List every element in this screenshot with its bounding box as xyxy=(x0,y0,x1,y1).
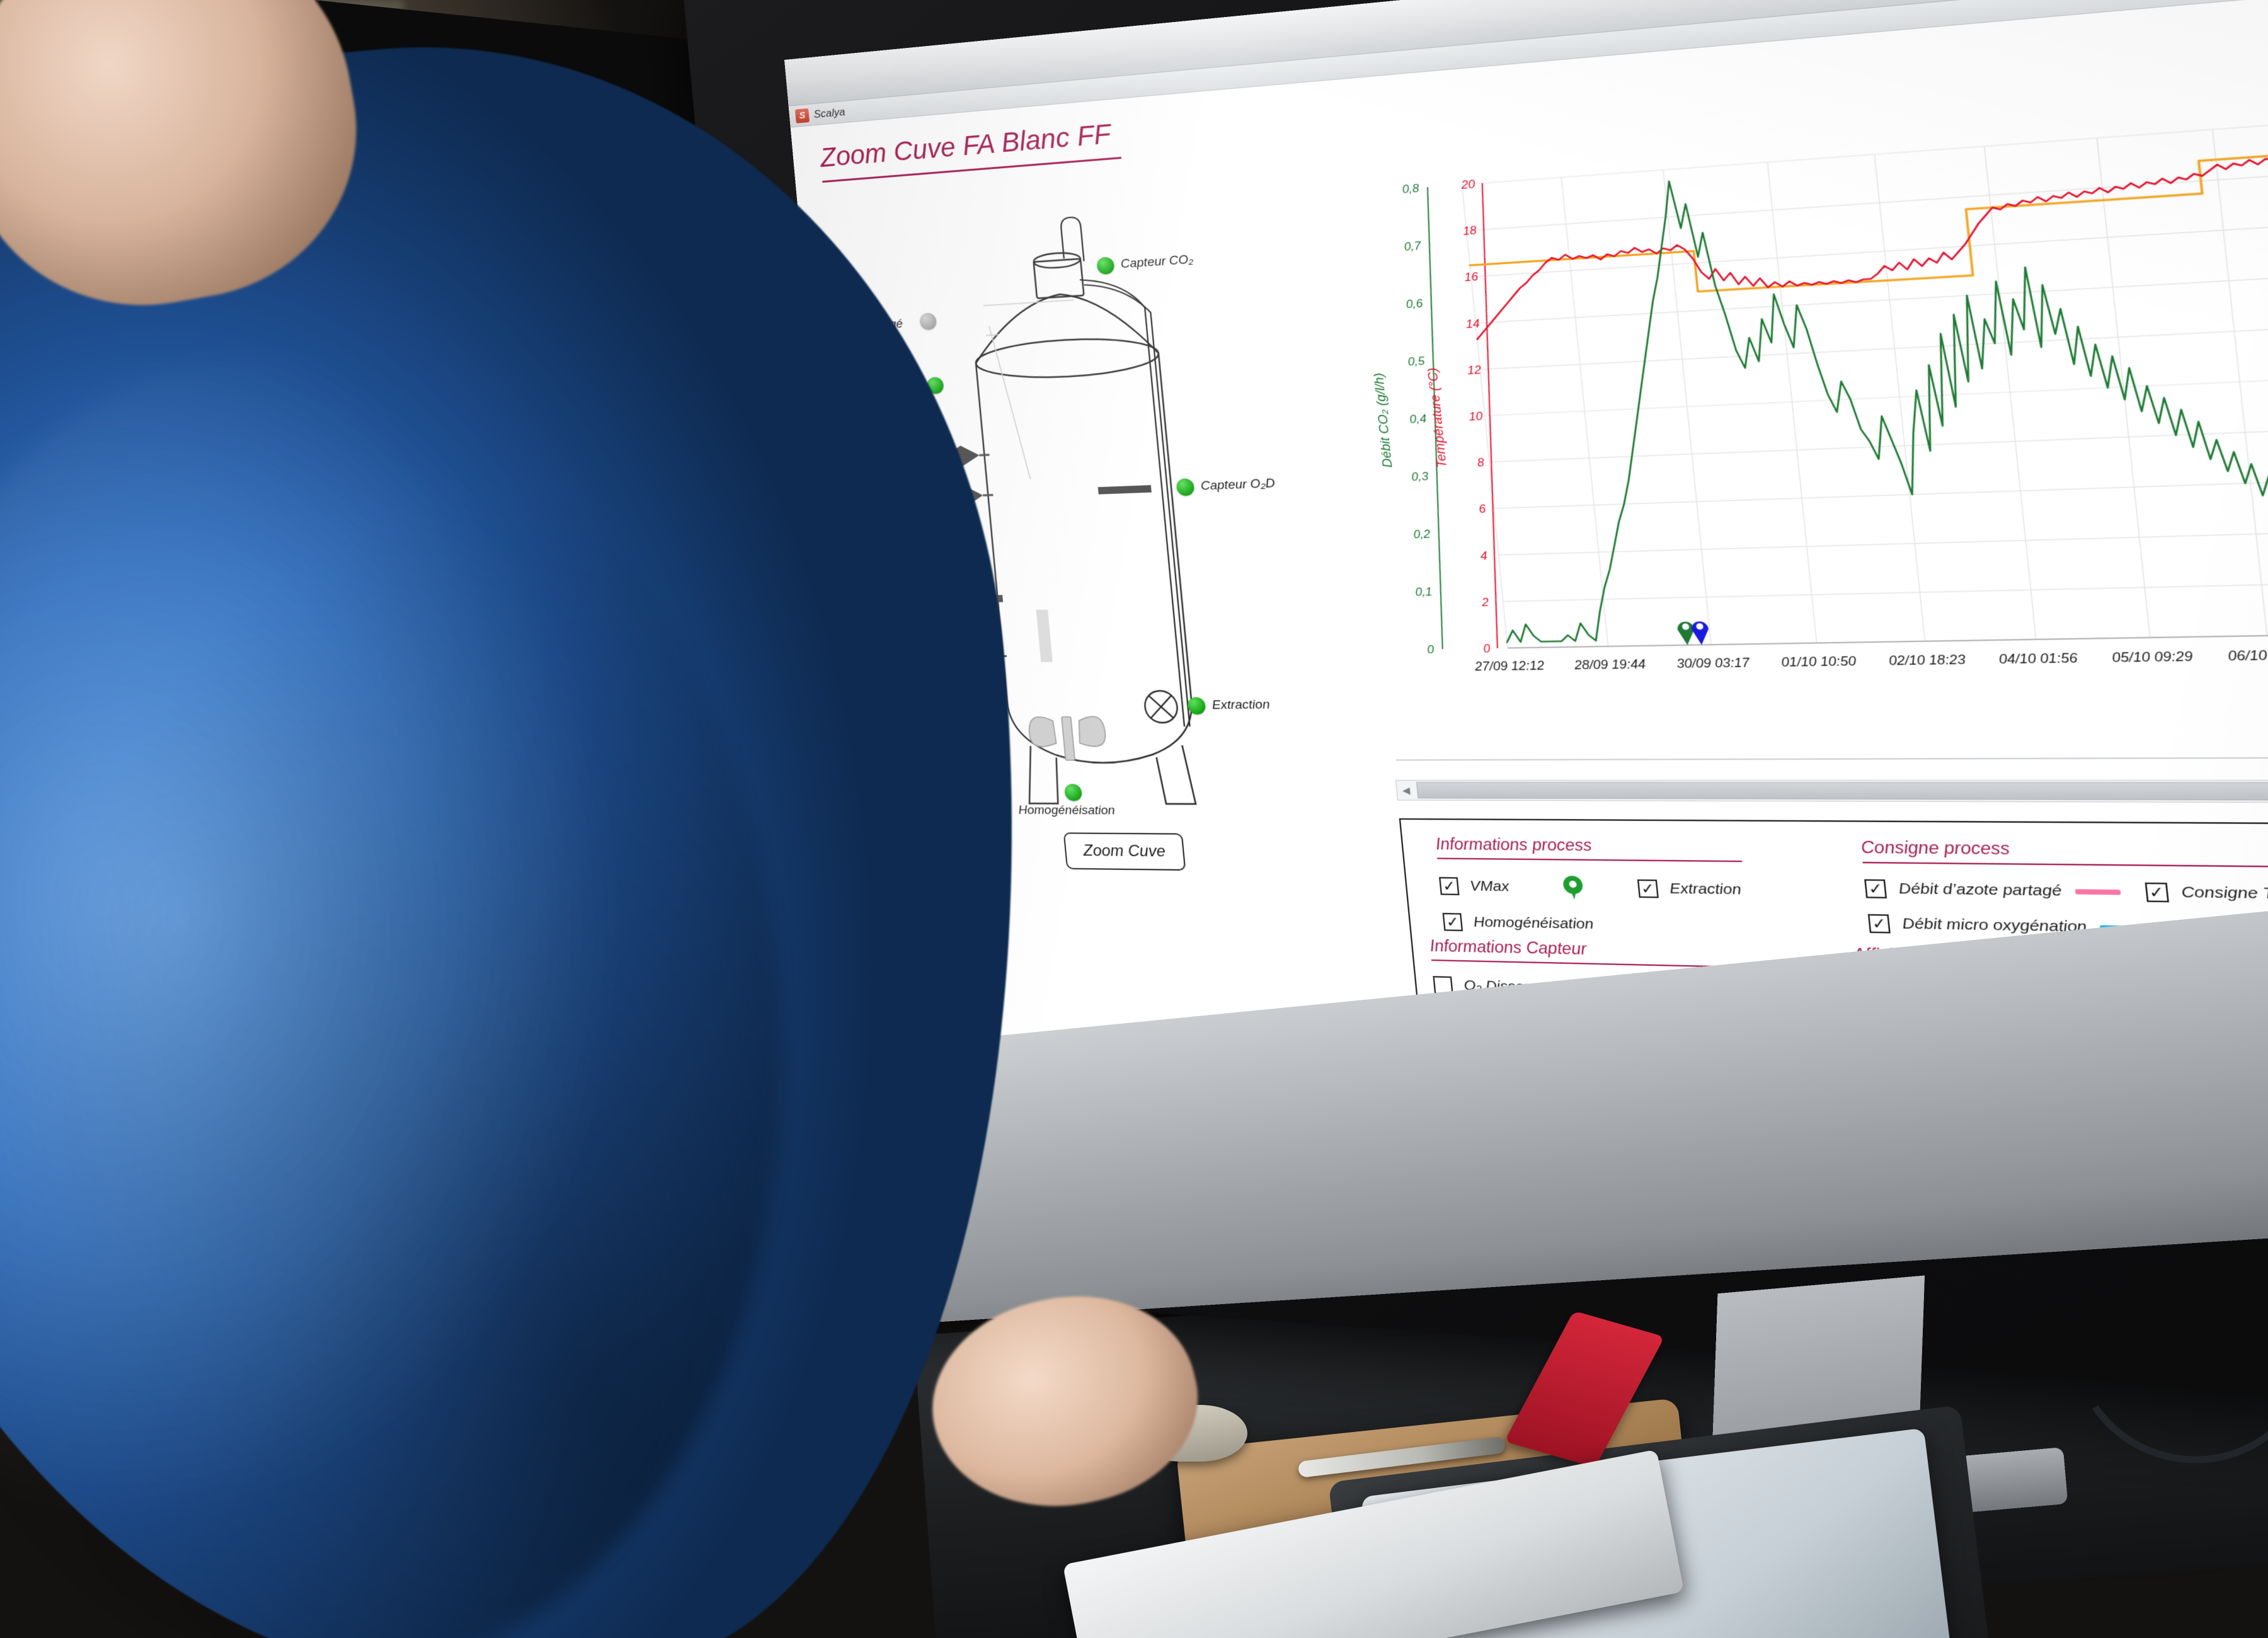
chart-separator xyxy=(1396,756,2268,761)
svg-text:0: 0 xyxy=(1426,643,1435,656)
legend-group-title: Informations process xyxy=(1435,835,1593,855)
tank-label-homogeneisation: Homogénéisation xyxy=(1017,803,1116,818)
svg-text:05/10 09:29: 05/10 09:29 xyxy=(2111,649,2194,665)
svg-text:2: 2 xyxy=(1480,595,1490,609)
extraction-checkbox[interactable] xyxy=(1637,879,1659,898)
svg-text:Température (°C): Température (°C) xyxy=(1424,367,1450,468)
legend-item-extraction[interactable]: Extraction xyxy=(1637,879,1742,899)
svg-text:0,7: 0,7 xyxy=(1404,239,1423,253)
svg-text:0: 0 xyxy=(1482,642,1491,655)
svg-text:16: 16 xyxy=(1463,270,1479,284)
legend-item-label: Extraction xyxy=(1668,880,1742,898)
extraction-pin-icon xyxy=(1562,876,1584,900)
legend-group-informations-process: Informations process VMax Extraction xyxy=(1435,835,1773,937)
legend-group-title: Informations Capteur xyxy=(1429,936,1588,958)
vmax-checkbox[interactable] xyxy=(1439,877,1460,895)
svg-text:18: 18 xyxy=(1462,224,1478,238)
svg-text:06/10 17:02: 06/10 17:02 xyxy=(2227,647,2268,663)
chart-horizontal-scrollbar[interactable]: ◀ ▶ xyxy=(1395,779,2268,804)
svg-text:30/09 03:17: 30/09 03:17 xyxy=(1676,655,1751,671)
tank-label-extraction: Extraction xyxy=(1211,697,1271,713)
homogeneisation-checkbox[interactable] xyxy=(1442,913,1463,932)
process-chart: 0 0,1 0,2 0,3 0,4 0,5 0,6 0,7 0,8 Débit CO₂ (g/l/… xyxy=(1319,83,2268,733)
svg-text:04/10 01:56: 04/10 01:56 xyxy=(1998,650,2078,667)
legend-group-title: Consigne process xyxy=(1860,837,2011,859)
svg-text:4: 4 xyxy=(1480,549,1488,562)
chart-canvas[interactable]: 0 0,1 0,2 0,3 0,4 0,5 0,6 0,7 0,8 Débit CO₂ (g/l/… xyxy=(1319,83,2268,733)
svg-text:12: 12 xyxy=(1467,363,1482,377)
debit-micro-oxygenation-checkbox[interactable] xyxy=(1867,914,1891,934)
svg-text:8: 8 xyxy=(1477,456,1486,470)
svg-text:20: 20 xyxy=(1460,177,1476,192)
tank-label-capteur-o2d: Capteur O₂D xyxy=(1200,476,1276,493)
debit-azote-partage-checkbox[interactable] xyxy=(1864,879,1887,899)
svg-text:10: 10 xyxy=(1469,410,1484,423)
svg-text:0,2: 0,2 xyxy=(1412,527,1431,541)
legend-item-homogeneisation[interactable]: Homogénéisation xyxy=(1442,913,1773,937)
page-title: Zoom Cuve FA Blanc FF xyxy=(818,118,1113,173)
svg-text:0,1: 0,1 xyxy=(1414,585,1433,599)
legend-item-consigne-temperature[interactable]: Consigne Température xyxy=(2145,882,2268,906)
svg-text:02/10 18:23: 02/10 18:23 xyxy=(1888,652,1966,668)
scroll-left-arrow-icon[interactable]: ◀ xyxy=(1396,781,1416,799)
app-name-label: Scalya xyxy=(813,105,846,120)
legend-item-label: VMax xyxy=(1469,878,1510,895)
svg-text:27/09 12:12: 27/09 12:12 xyxy=(1474,658,1545,673)
legend-item-label: Débit d’azote partagé xyxy=(1898,880,2063,900)
legend-item-vmax[interactable]: VMax xyxy=(1439,877,1510,896)
consigne-temperature-checkbox[interactable] xyxy=(2145,882,2169,903)
svg-text:0,5: 0,5 xyxy=(1407,354,1426,368)
scrollbar-thumb[interactable] xyxy=(1416,782,2268,801)
svg-text:6: 6 xyxy=(1478,502,1487,516)
legend-item-label: Homogénéisation xyxy=(1472,914,1595,932)
svg-text:0,3: 0,3 xyxy=(1411,469,1429,483)
svg-text:Débit CO₂ (g/l/h): Débit CO₂ (g/l/h) xyxy=(1370,372,1395,467)
debit-azote-partage-color-swatch xyxy=(2075,888,2121,895)
svg-text:0,4: 0,4 xyxy=(1409,412,1428,426)
svg-text:14: 14 xyxy=(1465,316,1480,330)
photo-scene: – ❐ X Mode Tactile ➡ OFF Bonjour, admin … xyxy=(0,0,2268,1638)
legend-item-label: Consigne Température xyxy=(2180,883,2268,904)
svg-text:0,6: 0,6 xyxy=(1406,297,1424,311)
svg-text:0,8: 0,8 xyxy=(1402,181,1421,196)
svg-text:01/10 10:50: 01/10 10:50 xyxy=(1780,654,1857,670)
legend-item-debit-azote-partage[interactable]: Débit d’azote partagé xyxy=(1864,879,2121,902)
zoom-cuve-button[interactable]: Zoom Cuve xyxy=(1063,832,1186,871)
svg-text:28/09 19:44: 28/09 19:44 xyxy=(1573,657,1646,672)
app-logo-icon: S xyxy=(794,108,810,123)
